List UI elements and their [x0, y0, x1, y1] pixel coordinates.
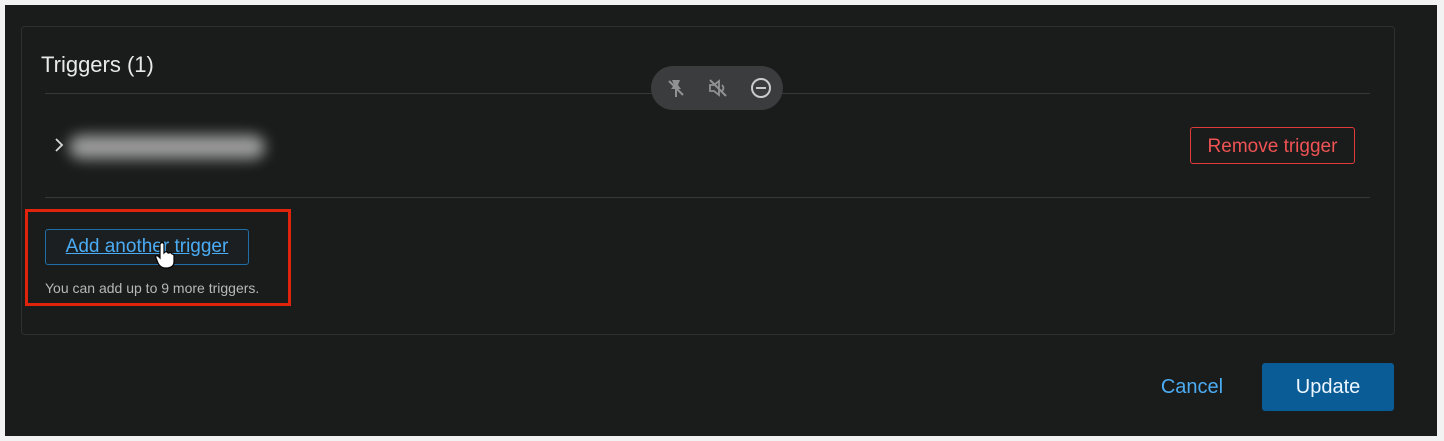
hand-cursor-icon — [154, 241, 176, 269]
panel-title: Triggers (1) — [41, 52, 154, 77]
minus-circle-icon[interactable] — [749, 76, 773, 100]
mute-icon[interactable] — [706, 76, 730, 100]
cancel-button[interactable]: Cancel — [1151, 369, 1233, 405]
chevron-right-icon[interactable] — [52, 135, 66, 155]
floating-toolbar — [651, 66, 783, 110]
row-divider — [45, 197, 1370, 198]
trigger-name-redacted — [69, 135, 265, 159]
remove-trigger-button[interactable]: Remove trigger — [1190, 127, 1355, 164]
app-screen: Triggers (1) Remove trigger Add another … — [5, 5, 1437, 436]
unpin-icon[interactable] — [664, 76, 688, 100]
update-button[interactable]: Update — [1262, 363, 1394, 411]
